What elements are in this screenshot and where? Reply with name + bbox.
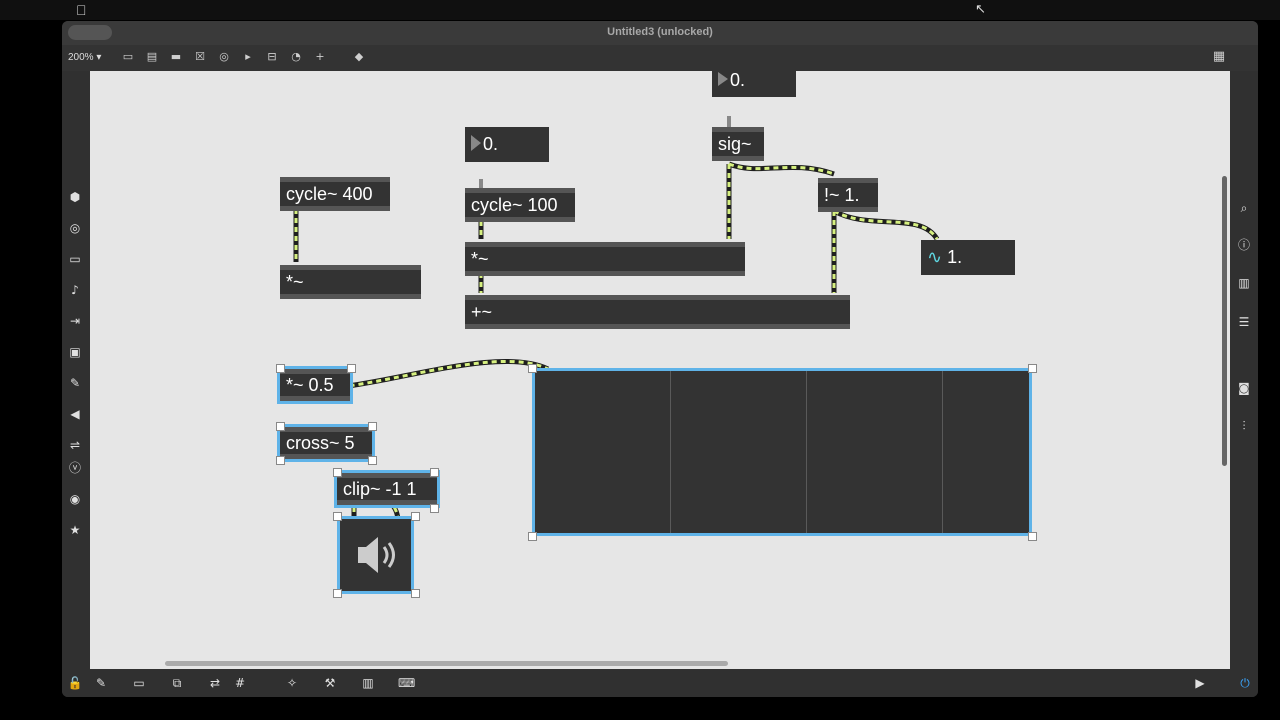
debug-icon[interactable]: ⇄ [207,675,223,691]
top-toolbar: 200% ▾ ▭ ▤ ▬ ☒ ◎ ▸ ⊟ ◔ + ◆ ▦ [62,45,1258,71]
number-box-top[interactable]: 0. [712,71,796,97]
step-icon[interactable]: ⇥ [68,314,82,328]
zoom-select[interactable]: 200% ▾ [68,52,101,63]
plus-object[interactable]: +~ [465,295,850,329]
power-icon[interactable]: ⏻ [1237,675,1253,691]
signal-meter-number[interactable]: ∿ 1. [921,240,1015,275]
meter-value: 1. [947,247,963,267]
multiply-mid-object[interactable]: *~ [465,242,745,276]
number-value: 0. [483,134,499,154]
vertical-scrollbar[interactable] [1222,176,1227,466]
object-label: cycle~ 100 [471,195,558,215]
multiply-half-object[interactable]: *~ 0.5 [277,366,353,404]
cycle-400-object[interactable]: cycle~ 400 [280,177,390,211]
object-label: *~ [286,272,304,292]
object-label: sig~ [718,134,752,154]
layers-icon[interactable]: ⧉ [169,675,185,691]
info-icon[interactable]: ⓘ [1237,238,1251,252]
edit-icon[interactable]: ✎ [93,675,109,691]
object-box-icon[interactable]: ▭ [121,50,135,64]
grid-icon[interactable]: ▦ [1212,50,1226,64]
grid-toggle-icon[interactable]: # [232,675,248,691]
add-icon[interactable]: + [313,50,327,64]
target-icon[interactable]: ◎ [68,221,82,235]
lock-icon[interactable]: 🔓 [67,675,83,691]
message-box-icon[interactable]: ▤ [145,50,159,64]
number-box-mid[interactable]: 0. [465,127,549,162]
clip-object[interactable]: clip~ -1 1 [334,470,440,508]
number-value: 0. [730,71,746,90]
object-label: cycle~ 400 [286,184,373,204]
wand-icon[interactable]: ✧ [284,675,300,691]
object-label: clip~ -1 1 [343,479,417,499]
clock-icon[interactable]: ◉ [68,492,82,506]
presentation-icon[interactable]: ▭ [68,252,82,266]
paint-bucket-icon[interactable]: ◆ [352,50,366,64]
book-icon[interactable]: ▥ [1237,276,1251,290]
object-label: +~ [471,302,493,322]
number-icon[interactable]: ▸ [241,50,255,64]
button-icon[interactable]: ◎ [217,50,231,64]
cross-object[interactable]: cross~ 5 [277,424,375,462]
mixer-icon[interactable]: ⫶ [1237,419,1251,433]
patcher-canvas[interactable]: 0. sig~ !~ 1. 0. cycle~ 100 cycle~ 400 *… [90,71,1230,669]
camera-icon[interactable]: ◙ [1237,381,1251,395]
patcher-window: Untitled3 (unlocked) 200% ▾ ▭ ▤ ▬ ☒ ◎ ▸ … [62,21,1258,697]
wrench-icon[interactable]: ⚒ [322,675,338,691]
window-title: Untitled3 (unlocked) [607,26,713,38]
presentation-toggle-icon[interactable]: ▭ [131,675,147,691]
slider-icon[interactable]: ⊟ [265,50,279,64]
object-label: *~ [471,249,489,269]
keyboard-icon[interactable]: ⌨ [398,675,415,691]
star-icon[interactable]: ★ [68,523,82,537]
sig-object[interactable]: sig~ [712,127,764,161]
dial-icon[interactable]: ◔ [289,50,303,64]
search-icon[interactable]: ⌕ [1237,201,1251,215]
multiply-left-object[interactable]: *~ [280,265,421,299]
package-icon[interactable]: ⬢ [68,190,82,204]
object-label: cross~ 5 [286,433,355,453]
horizontal-scrollbar[interactable] [165,661,728,666]
sine-icon: ∿ [927,247,943,267]
comment-icon[interactable]: ▬ [169,50,183,64]
right-sidebar: ⌕ ⓘ ▥ ☰ ◙ ⫶ [1230,71,1258,669]
not-minus-object[interactable]: !~ 1. [818,178,878,212]
ezdac-speaker[interactable] [337,516,414,594]
list-icon[interactable]: ☰ [1237,315,1251,329]
left-sidebar: ⬢ ◎ ▭ ♪ ⇥ ▣ ✎ ◀ ⇌ ⓥ ◉ ★ [62,71,89,669]
music-note-icon[interactable]: ♪ [68,283,82,297]
play-icon[interactable]: ▶ [1192,675,1208,691]
connector-icon[interactable]: ⇌ [68,438,82,452]
v-icon[interactable]: ⓥ [68,461,82,475]
mouse-cursor-icon: ↖ [975,2,986,17]
object-label: !~ 1. [824,185,860,205]
speaker-icon [358,537,395,573]
plug-icon[interactable]: ◀ [68,407,82,421]
title-bar: Untitled3 (unlocked) [62,21,1258,45]
object-label: *~ 0.5 [286,375,334,395]
menu-bar:  ↖ [0,0,1280,20]
cycle-100-object[interactable]: cycle~ 100 [465,188,575,222]
bottom-toolbar: 🔓 ✎ ▭ ⧉ ⇄ # ✧ ⚒ ▥ ⌨ ▶ ⏻ [62,669,1258,697]
scope-display[interactable] [532,368,1032,536]
apple-icon[interactable]:  [76,2,87,18]
toggle-icon[interactable]: ☒ [193,50,207,64]
paperclip-icon[interactable]: ✎ [68,376,82,390]
piano-icon[interactable]: ▥ [360,675,376,691]
image-icon[interactable]: ▣ [68,345,82,359]
